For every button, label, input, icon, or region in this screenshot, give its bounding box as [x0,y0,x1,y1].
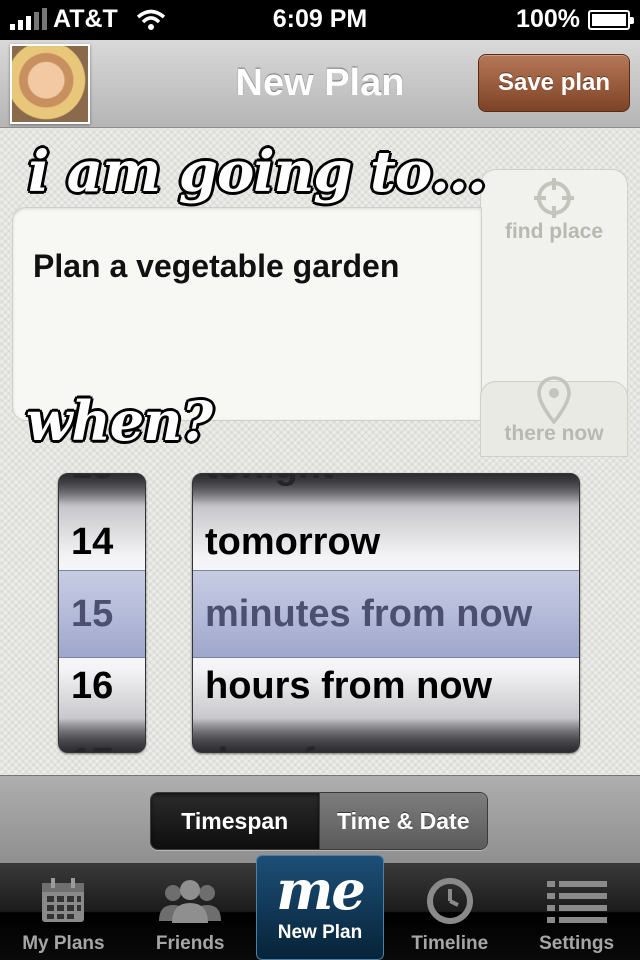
tab-label: Settings [539,933,615,954]
number-picker[interactable]: 13 14 15 16 17 [58,473,146,753]
battery-icon [588,9,634,30]
tab-bar: My Plans Friends me New Plan Timeline Se… [0,855,640,960]
tab-timeline[interactable]: Timeline [386,863,513,960]
going-heading: i am going to... [28,139,487,205]
calendar-icon [42,878,85,922]
battery-percent: 100% [516,5,580,33]
picker-row[interactable]: hours from now [193,650,579,722]
picker-selected-number[interactable]: 15 [59,570,145,658]
picker-shade [193,474,579,504]
segment-time-date[interactable]: Time & Date [318,793,487,849]
time-mode-segmented-control: Timespan Time & Date [150,792,488,850]
tab-new-plan[interactable]: me New Plan [255,855,385,960]
there-now-button[interactable]: there now [480,376,628,457]
picker-shade [59,474,145,504]
picker-row[interactable]: 16 [59,650,145,722]
picker-selected-unit[interactable]: minutes from now [193,570,579,658]
plan-form: i am going to... find place Plan a veget… [0,129,640,775]
find-place-label: find place [504,220,604,243]
timespan-unit-picker[interactable]: tonight tomorrow minutes from now hours … [192,473,580,753]
tab-label: Friends [155,933,225,954]
clock-icon [426,878,473,924]
status-bar: AT&T 6:09 PM 100% [0,0,640,40]
segment-toolbar: Timespan Time & Date [0,775,640,863]
status-right: 100% [516,5,634,34]
segment-timespan[interactable]: Timespan [151,793,319,849]
plan-text: Plan a vegetable garden [33,248,400,284]
me-logo-icon: me [276,858,365,922]
list-icon [546,881,607,923]
tab-my-plans[interactable]: My Plans [0,863,127,960]
picker-shade [193,718,579,752]
map-pin-icon [537,376,571,424]
tab-settings[interactable]: Settings [513,863,640,960]
friends-icon [159,880,222,923]
nav-bar: New Plan Save plan [0,40,640,128]
picker-row[interactable]: 14 [59,506,145,578]
tab-label: Timeline [411,933,489,954]
picker-shade [59,718,145,752]
tab-friends[interactable]: Friends [127,863,254,960]
picker-row[interactable]: tomorrow [193,506,579,578]
crosshair-icon [534,178,574,218]
tab-label: My Plans [22,933,105,954]
when-heading: when? [26,389,213,453]
save-plan-button[interactable]: Save plan [478,54,630,112]
there-now-label: there now [504,422,604,445]
tab-label: New Plan [277,922,363,943]
